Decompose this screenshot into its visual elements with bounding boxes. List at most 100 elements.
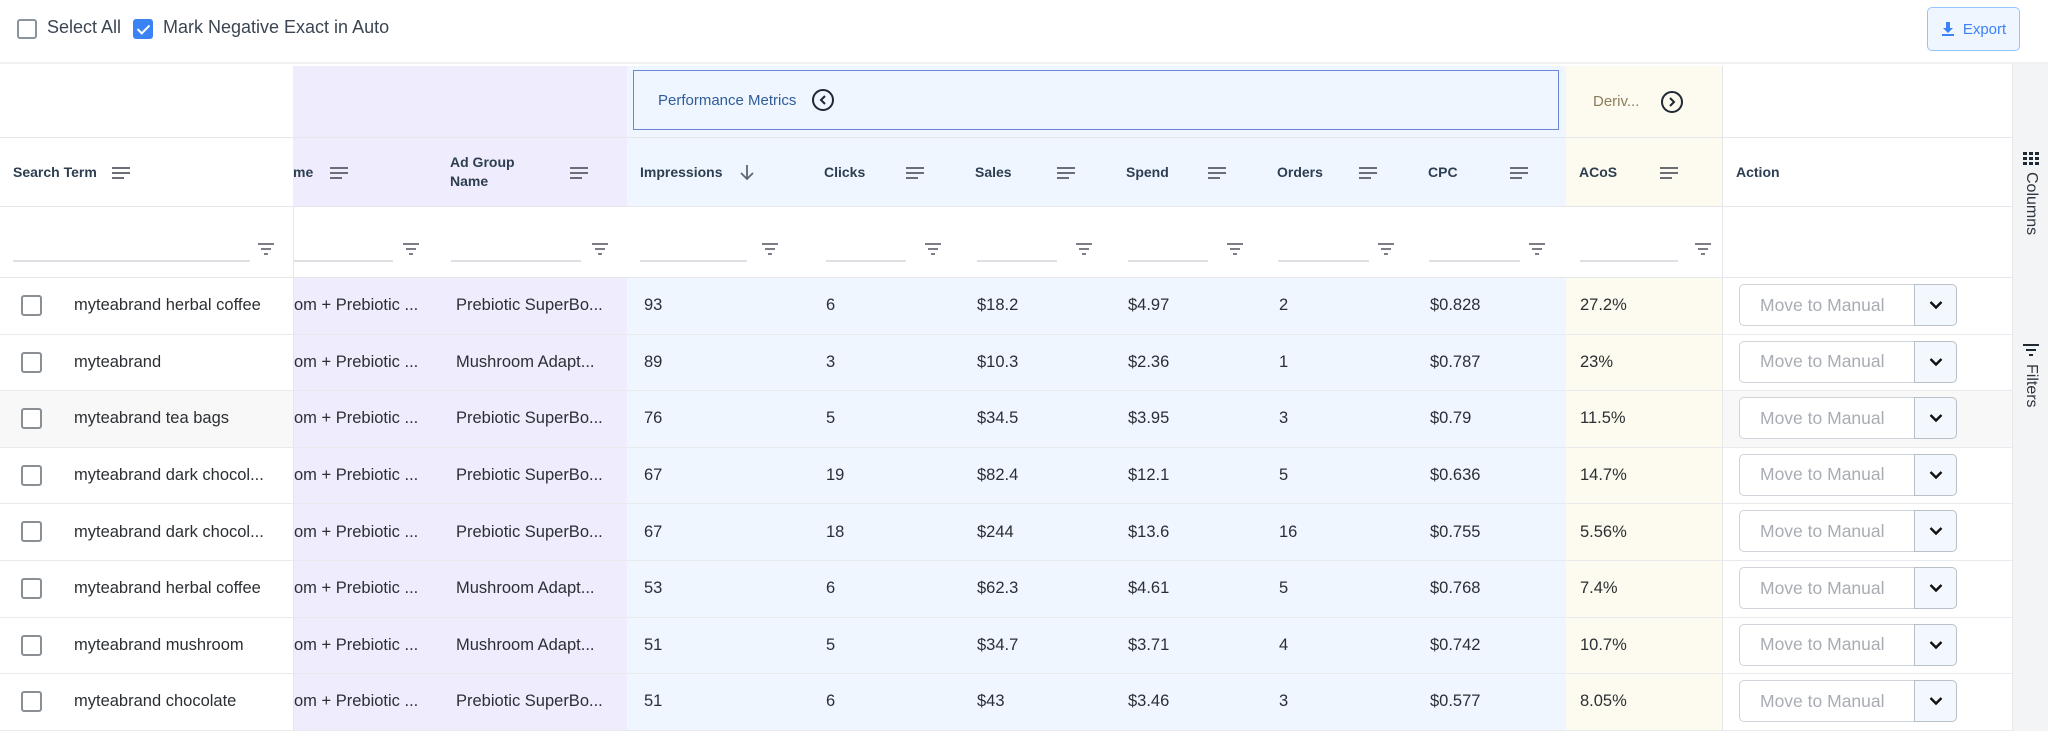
filter-icon[interactable] (1529, 243, 1545, 255)
move-to-manual-button[interactable]: Move to Manual (1739, 567, 1914, 609)
cell-search-term: myteabrand mushroom (0, 617, 294, 675)
filter-icon[interactable] (403, 243, 419, 255)
row-checkbox[interactable] (21, 464, 42, 486)
row-checkbox[interactable] (21, 521, 42, 543)
column-header-orders[interactable]: Orders (1264, 137, 1415, 207)
filter-icon[interactable] (592, 243, 608, 255)
column-header-campaign-name[interactable]: me (293, 137, 437, 207)
column-header-sales[interactable]: Sales (962, 137, 1113, 207)
cell-search-term: myteabrand tea bags (0, 391, 294, 448)
filter-cell-orders (1264, 207, 1415, 278)
filter-icon[interactable] (258, 243, 274, 255)
column-menu-icon[interactable] (570, 167, 588, 179)
ad-group-filter-input[interactable] (451, 260, 581, 262)
cpc-filter-input[interactable] (1429, 260, 1520, 262)
cell-spend: $2.36 (1113, 334, 1264, 392)
filter-cell-impressions (627, 207, 811, 278)
chevron-down-icon[interactable] (1914, 340, 1957, 383)
action-dropdown[interactable]: Move to Manual (1739, 567, 1957, 609)
cell-action: Move to Manual (1722, 278, 2012, 335)
action-dropdown[interactable]: Move to Manual (1739, 680, 1957, 723)
move-to-manual-button[interactable]: Move to Manual (1739, 453, 1914, 496)
group-header-derived[interactable]: Deriv... (1566, 66, 1722, 137)
orders-filter-input[interactable] (1278, 260, 1369, 262)
move-to-manual-button[interactable]: Move to Manual (1739, 510, 1914, 553)
action-dropdown[interactable]: Move to Manual (1739, 453, 1957, 496)
action-dropdown[interactable]: Move to Manual (1739, 623, 1957, 666)
column-menu-icon[interactable] (1057, 167, 1075, 179)
filters-panel-button[interactable]: Filters (2013, 344, 2048, 408)
move-to-manual-button[interactable]: Move to Manual (1739, 397, 1914, 440)
action-dropdown[interactable]: Move to Manual (1739, 340, 1957, 383)
export-label: Export (1962, 20, 2007, 38)
column-header-impressions[interactable]: Impressions (627, 137, 811, 207)
select-all-checkbox[interactable] (17, 19, 37, 39)
move-to-manual-button[interactable]: Move to Manual (1739, 284, 1914, 326)
expand-group-icon[interactable] (1661, 90, 1684, 113)
column-menu-icon[interactable] (1660, 167, 1678, 179)
column-menu-icon[interactable] (330, 167, 348, 179)
clicks-filter-input[interactable] (826, 260, 906, 262)
impressions-header-label: Impressions (640, 164, 723, 180)
column-header-cpc[interactable]: CPC (1415, 137, 1566, 207)
column-header-search-term[interactable]: Search Term (0, 137, 293, 207)
group-header-performance-metrics[interactable]: Performance Metrics (633, 70, 1559, 130)
filter-icon[interactable] (762, 243, 778, 255)
row-checkbox[interactable] (21, 351, 42, 373)
move-to-manual-button[interactable]: Move to Manual (1739, 623, 1914, 666)
column-menu-icon[interactable] (112, 167, 130, 179)
column-header-acos[interactable]: ACoS (1566, 137, 1722, 207)
filter-icon[interactable] (1378, 243, 1394, 255)
export-button[interactable]: Export (1927, 7, 2020, 51)
column-header-spend[interactable]: Spend (1113, 137, 1264, 207)
cell-impressions: 53 (627, 561, 811, 618)
row-checkbox[interactable] (21, 578, 42, 599)
cell-acos: 14.7% (1566, 447, 1722, 505)
column-menu-icon[interactable] (906, 167, 924, 179)
action-dropdown[interactable]: Move to Manual (1739, 284, 1957, 326)
cell-clicks: 5 (811, 617, 962, 675)
filter-icon[interactable] (1076, 243, 1092, 255)
chevron-down-icon[interactable] (1914, 510, 1957, 553)
spend-filter-input[interactable] (1128, 260, 1208, 262)
campaign-name-filter-input[interactable] (294, 260, 393, 262)
column-menu-icon[interactable] (1359, 167, 1377, 179)
chevron-down-icon[interactable] (1914, 567, 1957, 609)
chevron-down-icon[interactable] (1914, 453, 1957, 496)
filter-icon[interactable] (1695, 243, 1711, 255)
row-checkbox[interactable] (21, 295, 42, 316)
sort-descending-icon[interactable] (739, 164, 755, 181)
column-header-ad-group-name[interactable]: Ad Group Name (437, 137, 627, 207)
mark-negative-checkbox[interactable] (133, 19, 153, 39)
sales-filter-input[interactable] (977, 260, 1057, 262)
cell-acos: 5.56% (1566, 504, 1722, 561)
chevron-down-icon[interactable] (1914, 284, 1957, 326)
cell-cpc: $0.755 (1415, 504, 1566, 561)
row-checkbox[interactable] (21, 408, 42, 430)
row-checkbox[interactable] (21, 691, 42, 713)
move-to-manual-button[interactable]: Move to Manual (1739, 680, 1914, 723)
chevron-down-icon[interactable] (1914, 680, 1957, 723)
search-term-filter-input[interactable] (13, 260, 250, 262)
cell-ad-group-name: Prebiotic SuperBo... (437, 504, 627, 561)
chevron-down-icon[interactable] (1914, 397, 1957, 440)
move-to-manual-button[interactable]: Move to Manual (1739, 340, 1914, 383)
impressions-filter-input[interactable] (640, 260, 747, 262)
column-menu-icon[interactable] (1510, 167, 1528, 179)
acos-filter-input[interactable] (1580, 260, 1678, 262)
chevron-down-icon[interactable] (1914, 623, 1957, 666)
collapse-group-icon[interactable] (812, 89, 835, 111)
filter-cell-search-term (0, 207, 293, 278)
column-header-clicks[interactable]: Clicks (811, 137, 962, 207)
cell-orders: 5 (1264, 561, 1415, 618)
filter-icon[interactable] (1227, 243, 1243, 255)
action-dropdown[interactable]: Move to Manual (1739, 510, 1957, 553)
columns-panel-button[interactable]: Columns (2013, 152, 2048, 235)
cell-sales: $43 (962, 674, 1113, 731)
filter-icon[interactable] (925, 243, 941, 255)
row-checkbox[interactable] (21, 634, 42, 656)
column-menu-icon[interactable] (1208, 167, 1226, 179)
pinned-divider (293, 278, 294, 731)
action-dropdown[interactable]: Move to Manual (1739, 397, 1957, 440)
cell-ad-group-name: Prebiotic SuperBo... (437, 447, 627, 505)
